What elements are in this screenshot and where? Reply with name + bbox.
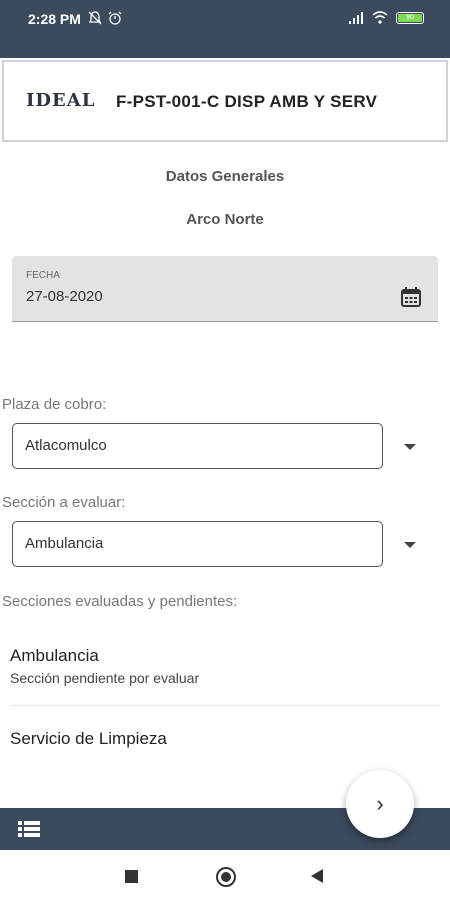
list-item[interactable]: Servicio de Limpieza: [10, 729, 440, 749]
signal-icon: [349, 11, 363, 24]
alarm-icon: [108, 11, 122, 25]
section-subheading: Arco Norte: [186, 211, 264, 228]
seccion-select[interactable]: Ambulancia: [12, 521, 383, 567]
seccion-dropdown-icon[interactable]: [404, 542, 416, 548]
list-item-title: Servicio de Limpieza: [10, 729, 167, 748]
company-logo: IDEAL: [26, 90, 96, 111]
chevron-right-icon: ›: [376, 791, 384, 816]
plaza-label: Plaza de cobro:: [2, 396, 107, 413]
status-time: 2:28 PM: [28, 11, 81, 27]
battery-icon: 90: [396, 11, 424, 24]
date-field[interactable]: FECHA 27-08-2020: [12, 256, 438, 322]
wifi-icon: [372, 11, 388, 24]
plaza-dropdown-icon[interactable]: [404, 444, 416, 450]
plaza-select[interactable]: Atlacomulco: [12, 423, 383, 469]
date-field-label: FECHA: [26, 270, 60, 281]
back-icon[interactable]: [311, 869, 323, 883]
list-icon[interactable]: [18, 821, 40, 837]
recents-icon[interactable]: [125, 870, 138, 883]
list-item-subtitle: Sección pendiente por evaluar: [10, 670, 200, 686]
section-heading: Datos Generales: [165, 168, 285, 185]
app-header: IDEAL F-PST-001-C DISP AMB Y SERV: [2, 60, 448, 142]
list-item[interactable]: Ambulancia Sección pendiente por evaluar: [10, 646, 440, 686]
plaza-select-value: Atlacomulco: [25, 437, 107, 454]
seccion-select-value: Ambulancia: [25, 535, 104, 552]
status-right-icons: 90: [348, 11, 424, 24]
bell-off-icon: [88, 11, 102, 25]
status-bar: 2:28 PM 90: [0, 0, 450, 58]
date-field-value: 27-08-2020: [26, 288, 103, 305]
status-left-icons: [88, 11, 122, 25]
system-nav-bar: [0, 850, 450, 900]
divider: [10, 705, 440, 706]
seccion-label: Sección a evaluar:: [2, 494, 126, 511]
sections-list-label: Secciones evaluadas y pendientes:: [2, 593, 238, 610]
list-item-title: Ambulancia: [10, 646, 99, 665]
form-title: F-PST-001-C DISP AMB Y SERV: [116, 92, 378, 111]
next-button[interactable]: ›: [346, 770, 414, 838]
calendar-icon[interactable]: [400, 286, 422, 308]
home-icon[interactable]: [216, 867, 236, 887]
